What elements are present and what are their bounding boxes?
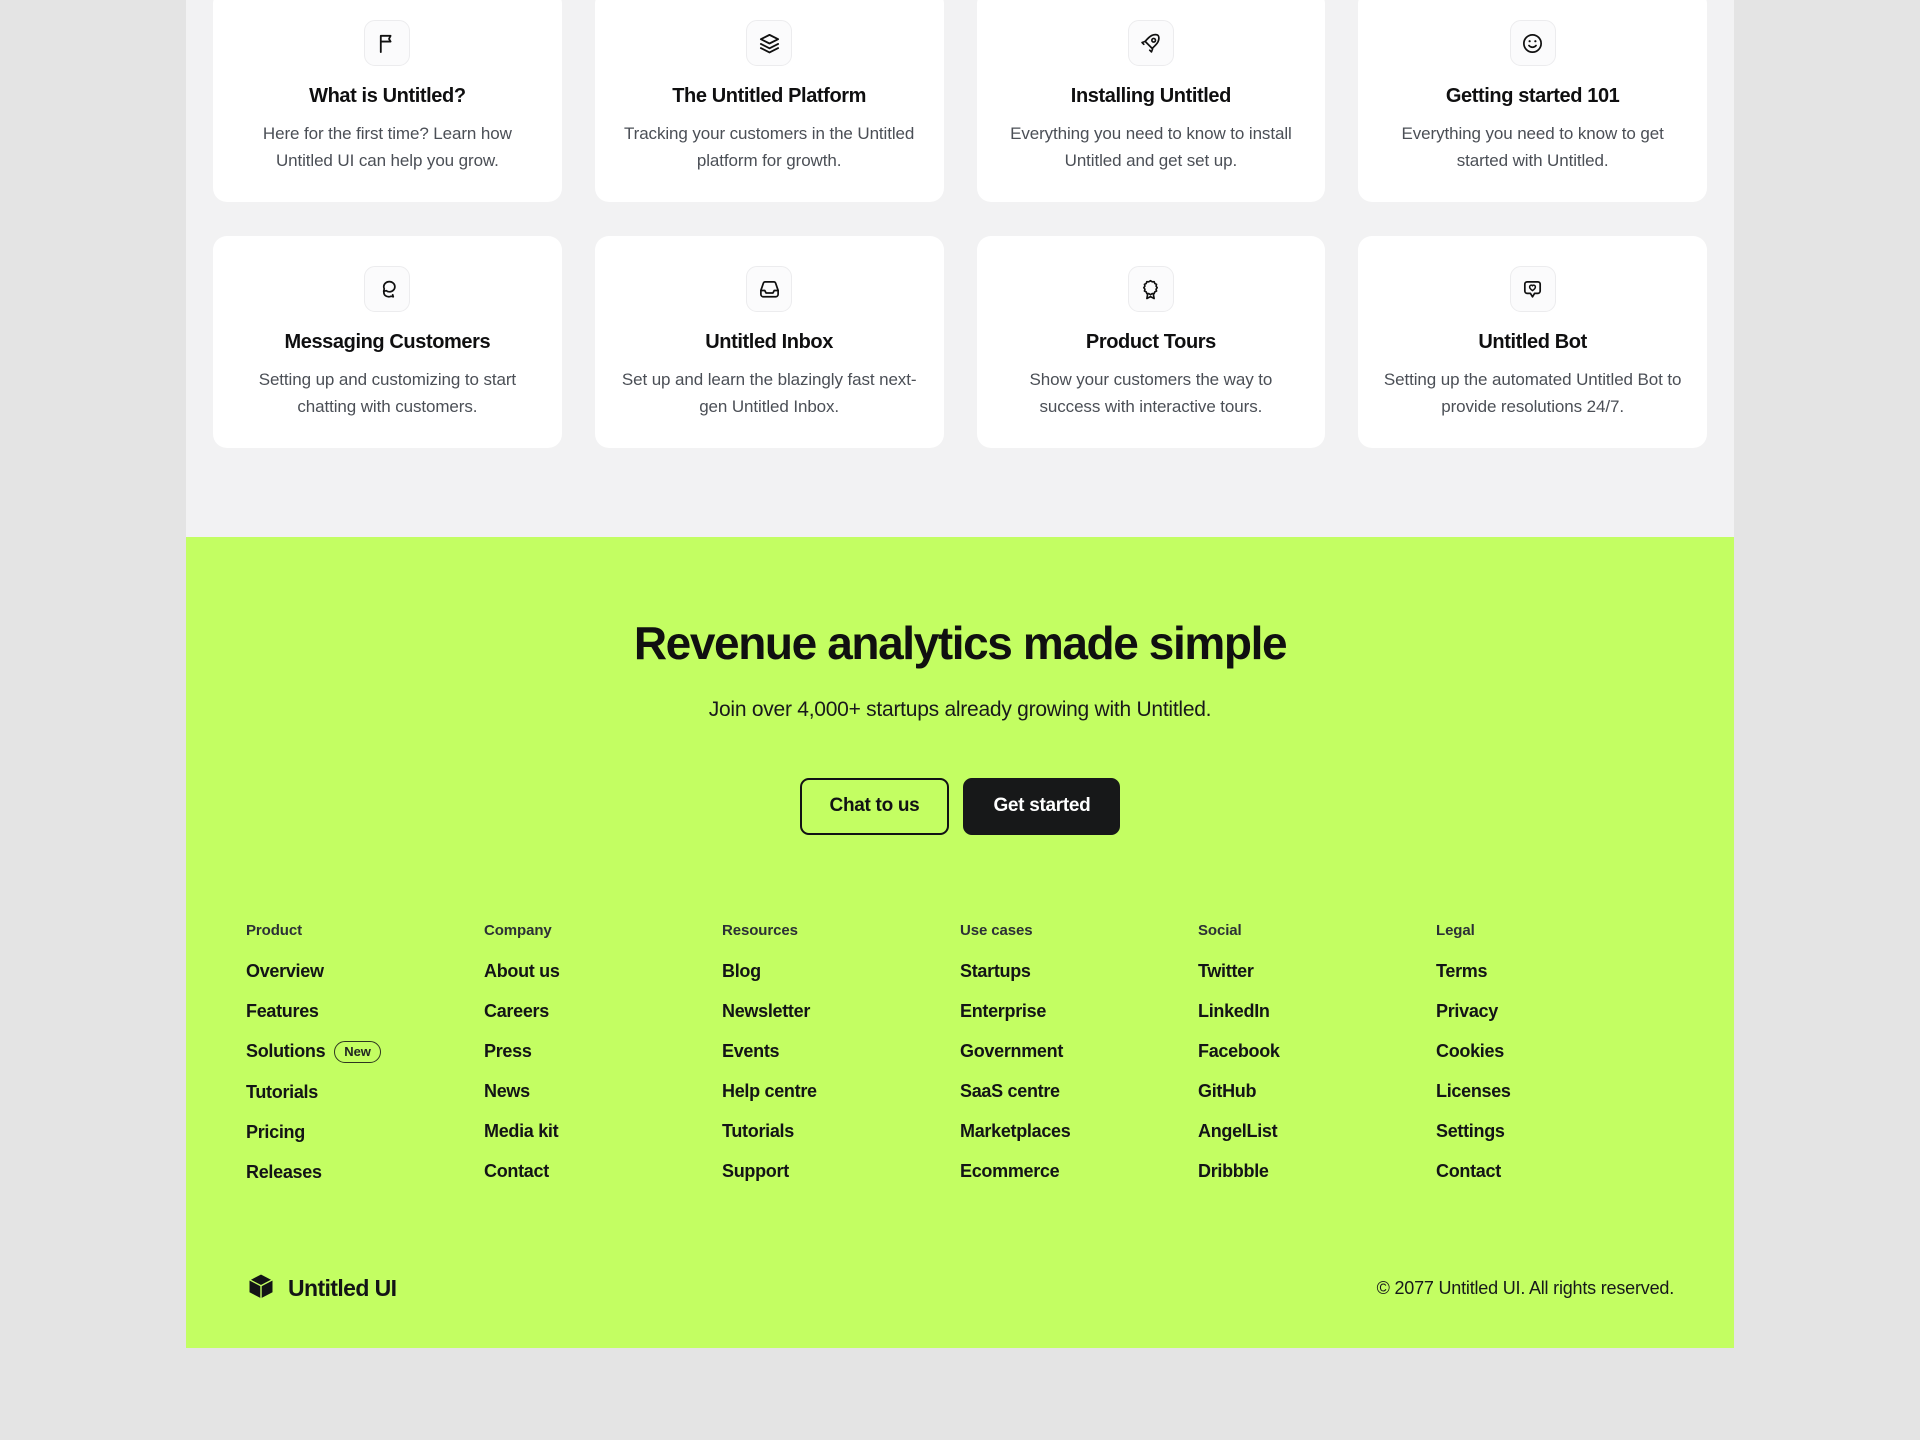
help-card[interactable]: Product Tours Show your customers the way… (976, 236, 1326, 448)
get-started-button[interactable]: Get started (963, 777, 1121, 835)
footer-link[interactable]: LinkedIn (1198, 1001, 1436, 1022)
footer-link-row: Solutions New (246, 1040, 484, 1064)
footer-link[interactable]: Marketplaces (960, 1121, 1198, 1142)
footer-link[interactable]: Tutorials (722, 1121, 960, 1142)
help-card-description: Everything you need to know to install U… (1010, 124, 1292, 170)
cta-block: Revenue analytics made simple Join over … (186, 537, 1734, 835)
help-card-description: Here for the first time? Learn how Untit… (262, 124, 512, 170)
footer-link[interactable]: Terms (1436, 961, 1674, 982)
footer-link[interactable]: Overview (246, 961, 484, 982)
chat-to-us-button[interactable]: Chat to us (799, 777, 950, 835)
help-card[interactable]: Messaging Customers Setting up and custom… (213, 236, 562, 448)
footer-link[interactable]: Newsletter (722, 1001, 960, 1022)
help-card-title: Untitled Inbox (705, 331, 833, 353)
help-card-title: Installing Untitled (1070, 85, 1232, 107)
footer-link[interactable]: Settings (1436, 1121, 1674, 1142)
cta-footer-section: Revenue analytics made simple Join over … (186, 537, 1734, 1348)
footer-column: Resources Blog Newsletter Events Help centre… (722, 922, 960, 1203)
help-card-description: Everything you need to know to get start… (1401, 124, 1664, 170)
footer-link[interactable]: Contact (1436, 1161, 1674, 1182)
footer-link[interactable]: Contact (484, 1161, 722, 1182)
help-card[interactable]: The Untitled Platform Tracking your custo… (594, 0, 944, 202)
message-chat-icon (364, 266, 411, 312)
footer-link[interactable]: GitHub (1198, 1081, 1436, 1102)
help-card-description: Setting up and customizing to start chat… (258, 370, 517, 416)
footer-column: Product Overview Features Solutions New Tutor… (246, 922, 484, 1203)
help-card-description: Show your customers the way to success w… (1029, 370, 1273, 416)
message-heart-icon (1509, 266, 1556, 312)
footer-link[interactable]: Press (484, 1041, 722, 1062)
new-badge: New (334, 1040, 381, 1064)
footer-link[interactable]: Enterprise (960, 1001, 1198, 1022)
flag-icon (364, 20, 411, 66)
help-card[interactable]: Untitled Inbox Set up and learn the blazi… (594, 236, 944, 448)
help-card-title: What is Untitled? (309, 85, 466, 107)
footer-link[interactable]: Government (960, 1041, 1198, 1062)
brand-name: Untitled UI (288, 1274, 397, 1301)
footer-column-heading: Product (246, 921, 302, 939)
help-card-title: The Untitled Platform (672, 85, 867, 107)
footer-link[interactable]: About us (484, 961, 722, 982)
footer-link[interactable]: SaaS centre (960, 1081, 1198, 1102)
footer-link[interactable]: Dribbble (1198, 1161, 1436, 1182)
footer-column-heading: Resources (722, 921, 798, 939)
footer-link[interactable]: Privacy (1436, 1001, 1674, 1022)
footer-link[interactable]: Careers (484, 1001, 722, 1022)
footer-column-heading: Legal (1436, 921, 1475, 939)
help-card-description: Tracking your customers in the Untitled … (623, 124, 915, 170)
help-cards-grid: What is Untitled? Here for the first time… (213, 0, 1707, 448)
footer-link[interactable]: Facebook (1198, 1041, 1436, 1062)
cta-title: Revenue analytics made simple (633, 617, 1288, 669)
brand-logo[interactable]: Untitled UI (246, 1271, 397, 1306)
help-cards-section: What is Untitled? Here for the first time… (186, 0, 1734, 448)
cta-button-group: Chat to us Get started (186, 777, 1734, 835)
footer-link[interactable]: Ecommerce (960, 1161, 1198, 1182)
cta-subtitle: Join over 4,000+ startups already growin… (708, 697, 1212, 721)
footer-column-heading: Social (1198, 921, 1242, 939)
help-card-title: Product Tours (1085, 331, 1216, 353)
footer-column: Company About us Careers Press News Media kit… (484, 922, 722, 1203)
help-card-title: Getting started 101 (1445, 85, 1620, 107)
page-container: What is Untitled? Here for the first time… (186, 0, 1734, 1348)
footer-link[interactable]: Help centre (722, 1081, 960, 1102)
footer-link[interactable]: Solutions (246, 1041, 326, 1062)
help-card-title: Messaging Customers (284, 331, 491, 353)
footer-link[interactable]: Licenses (1436, 1081, 1674, 1102)
footer-column: Legal Terms Privacy Cookies Licenses Settings… (1436, 922, 1674, 1203)
copyright-text: © 2077 Untitled UI. All rights reserved. (1376, 1277, 1675, 1298)
footer-link[interactable]: News (484, 1081, 722, 1102)
inbox-icon (746, 266, 793, 312)
footer-link-columns: Product Overview Features Solutions New Tutor… (186, 922, 1734, 1203)
help-card-title: Untitled Bot (1478, 331, 1587, 353)
footer-link[interactable]: Startups (960, 961, 1198, 982)
rocket-icon (1127, 20, 1174, 66)
help-card-description: Set up and learn the blazingly fast next… (621, 370, 917, 416)
footer-link[interactable]: Cookies (1436, 1041, 1674, 1062)
footer-column-heading: Company (484, 921, 552, 939)
footer-link[interactable]: Pricing (246, 1122, 484, 1143)
footer-link[interactable]: Tutorials (246, 1082, 484, 1103)
cube-logo-icon (246, 1271, 276, 1306)
layers-icon (746, 20, 793, 66)
footer-link[interactable]: Releases (246, 1162, 484, 1183)
footer-column: Use cases Startups Enterprise Government Saa… (960, 922, 1198, 1203)
footer-link[interactable]: AngelList (1198, 1121, 1436, 1142)
footer-column: Social Twitter LinkedIn Facebook GitHub Angel… (1198, 922, 1436, 1203)
footer-link[interactable]: Media kit (484, 1121, 722, 1142)
footer-column-heading: Use cases (960, 921, 1033, 939)
footer-link[interactable]: Twitter (1198, 961, 1436, 982)
help-card[interactable]: Getting started 101 Everything you need t… (1358, 0, 1707, 202)
help-card[interactable]: Installing Untitled Everything you need t… (976, 0, 1326, 202)
footer-link[interactable]: Support (722, 1161, 960, 1182)
help-card[interactable]: What is Untitled? Here for the first time… (213, 0, 562, 202)
footer-bottom-bar: Untitled UI © 2077 Untitled UI. All righ… (186, 1228, 1734, 1348)
footer-link[interactable]: Blog (722, 961, 960, 982)
help-card-description: Setting up the automated Untitled Bot to… (1383, 370, 1682, 416)
footer-link[interactable]: Events (722, 1041, 960, 1062)
help-card[interactable]: Untitled Bot Setting up the automated Unt… (1358, 236, 1707, 448)
footer-link[interactable]: Features (246, 1001, 484, 1022)
award-icon (1127, 266, 1174, 312)
smiley-icon (1509, 20, 1556, 66)
